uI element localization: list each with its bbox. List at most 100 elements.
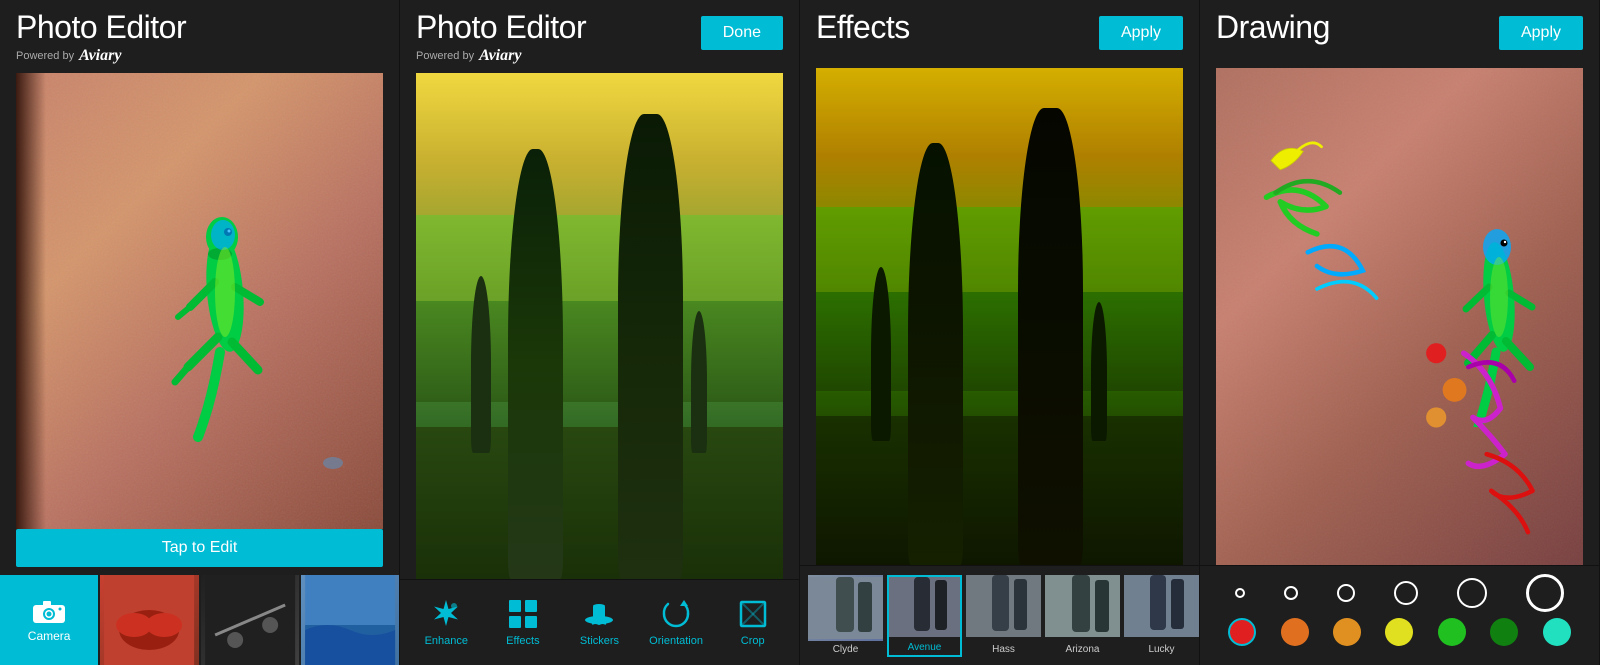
size-sm[interactable] — [1284, 586, 1298, 600]
panel2-toolbar: Enhance Effects Stickers — [400, 579, 799, 665]
orientation-icon — [660, 598, 692, 630]
enhance-label: Enhance — [425, 635, 468, 647]
camera-thumb[interactable]: Camera — [0, 575, 98, 665]
effects-strip: Clyde Avenue Hass — [800, 565, 1199, 665]
clyde-preview — [808, 575, 883, 641]
panel3-image-area — [816, 68, 1183, 565]
pool-thumb[interactable] — [301, 575, 399, 665]
orientation-label: Orientation — [649, 635, 703, 647]
color-green[interactable] — [1438, 618, 1466, 646]
size-lg[interactable] — [1394, 581, 1418, 605]
arizona-svg — [1045, 575, 1120, 637]
panel1-header: Photo Editor Powered by Aviary — [0, 0, 399, 73]
panel4-header: Drawing Apply — [1200, 0, 1599, 68]
shoes-img — [100, 575, 198, 665]
effect-clyde[interactable]: Clyde — [808, 575, 883, 657]
arizona-img — [1045, 575, 1120, 641]
color-amber[interactable] — [1333, 618, 1361, 646]
avenue-img — [889, 577, 960, 639]
trees-scene-panel2 — [416, 73, 783, 579]
effect-avenue[interactable]: Avenue — [887, 575, 962, 657]
hass-img — [966, 575, 1041, 641]
clyde-svg — [808, 575, 883, 641]
color-teal[interactable] — [1543, 618, 1571, 646]
crop-icon — [737, 598, 769, 630]
skate-img — [201, 575, 299, 665]
clyde-img — [808, 575, 883, 641]
tree-right — [618, 114, 683, 579]
color-dark-green[interactable] — [1490, 618, 1518, 646]
hass-label: Hass — [966, 641, 1041, 657]
tool-stickers[interactable]: Stickers — [569, 598, 629, 647]
lucky-label: Lucky — [1124, 641, 1199, 657]
effects-icon — [507, 598, 539, 630]
panel2-title-block: Photo Editor Powered by Aviary — [416, 10, 586, 65]
stickers-icon — [583, 598, 615, 630]
size-xxl[interactable] — [1526, 574, 1564, 612]
shoes-thumb[interactable] — [100, 575, 198, 665]
pool-img — [301, 575, 399, 665]
effect-hass[interactable]: Hass — [966, 575, 1041, 657]
panel1-powered-text: Powered by — [16, 50, 74, 62]
lucky-img — [1124, 575, 1199, 641]
panel2-powered-text: Powered by — [416, 50, 474, 62]
tree-right-warm — [1018, 108, 1083, 565]
color-red[interactable] — [1228, 618, 1256, 646]
panel2-aviary: Aviary — [479, 47, 521, 65]
panel-photo-editor-main: Photo Editor Powered by Aviary — [0, 0, 400, 665]
skate-thumb[interactable] — [201, 575, 299, 665]
drawing-strokes — [1216, 68, 1583, 565]
trees-scene-panel3 — [816, 68, 1183, 565]
crop-label: Crop — [741, 635, 765, 647]
small-creature — [323, 457, 343, 469]
panel1-powered-by: Powered by Aviary — [16, 47, 186, 65]
color-orange[interactable] — [1281, 618, 1309, 646]
tool-enhance[interactable]: Enhance — [416, 598, 476, 647]
panel2-title: Photo Editor — [416, 10, 586, 45]
effect-arizona[interactable]: Arizona — [1045, 575, 1120, 657]
color-yellow[interactable] — [1385, 618, 1413, 646]
panel3-title: Effects — [816, 10, 910, 45]
drawing-tools-panel — [1200, 565, 1599, 665]
size-xl[interactable] — [1457, 578, 1487, 608]
avenue-svg — [889, 577, 960, 637]
color-row — [1216, 618, 1583, 646]
tool-effects[interactable]: Effects — [493, 598, 553, 647]
effects-label: Effects — [506, 635, 539, 647]
panel2-header: Photo Editor Powered by Aviary Done — [400, 0, 799, 73]
panel-effects: Effects Apply — [800, 0, 1200, 665]
panel2-image-area — [416, 73, 783, 579]
panel3-header: Effects Apply — [800, 0, 1199, 68]
tree-left-warm — [908, 143, 963, 565]
apply-button-drawing[interactable]: Apply — [1499, 16, 1583, 50]
arizona-label: Arizona — [1045, 641, 1120, 657]
panel4-image-area[interactable] — [1216, 68, 1583, 565]
size-xs[interactable] — [1235, 588, 1245, 598]
hass-svg — [966, 575, 1041, 637]
panel1-aviary: Aviary — [79, 47, 121, 65]
done-button[interactable]: Done — [701, 16, 783, 50]
camera-icon — [31, 597, 67, 625]
tree-small1 — [471, 276, 491, 453]
lizard-svg — [170, 142, 290, 442]
drawing-scene — [1216, 68, 1583, 565]
clyde-label: Clyde — [808, 641, 883, 657]
tree-left — [508, 149, 563, 579]
tap-to-edit-button[interactable]: Tap to Edit — [16, 529, 383, 567]
tool-orientation[interactable]: Orientation — [646, 598, 706, 647]
enhance-icon — [430, 598, 462, 630]
thumbnail-strip: Camera — [0, 575, 399, 665]
panel2-powered-by: Powered by Aviary — [416, 47, 586, 65]
wall-left — [16, 73, 46, 529]
tree-sm1-warm — [871, 267, 891, 441]
tool-crop[interactable]: Crop — [723, 598, 783, 647]
size-md[interactable] — [1337, 584, 1355, 602]
effect-lucky[interactable]: Lucky — [1124, 575, 1199, 657]
panel1-title-block: Photo Editor Powered by Aviary — [16, 10, 186, 65]
size-row — [1216, 574, 1583, 612]
panel1-image-area[interactable] — [16, 73, 383, 529]
camera-label: Camera — [28, 629, 71, 643]
panel1-lizard-scene — [16, 73, 383, 529]
apply-button-effects[interactable]: Apply — [1099, 16, 1183, 50]
stickers-label: Stickers — [580, 635, 619, 647]
